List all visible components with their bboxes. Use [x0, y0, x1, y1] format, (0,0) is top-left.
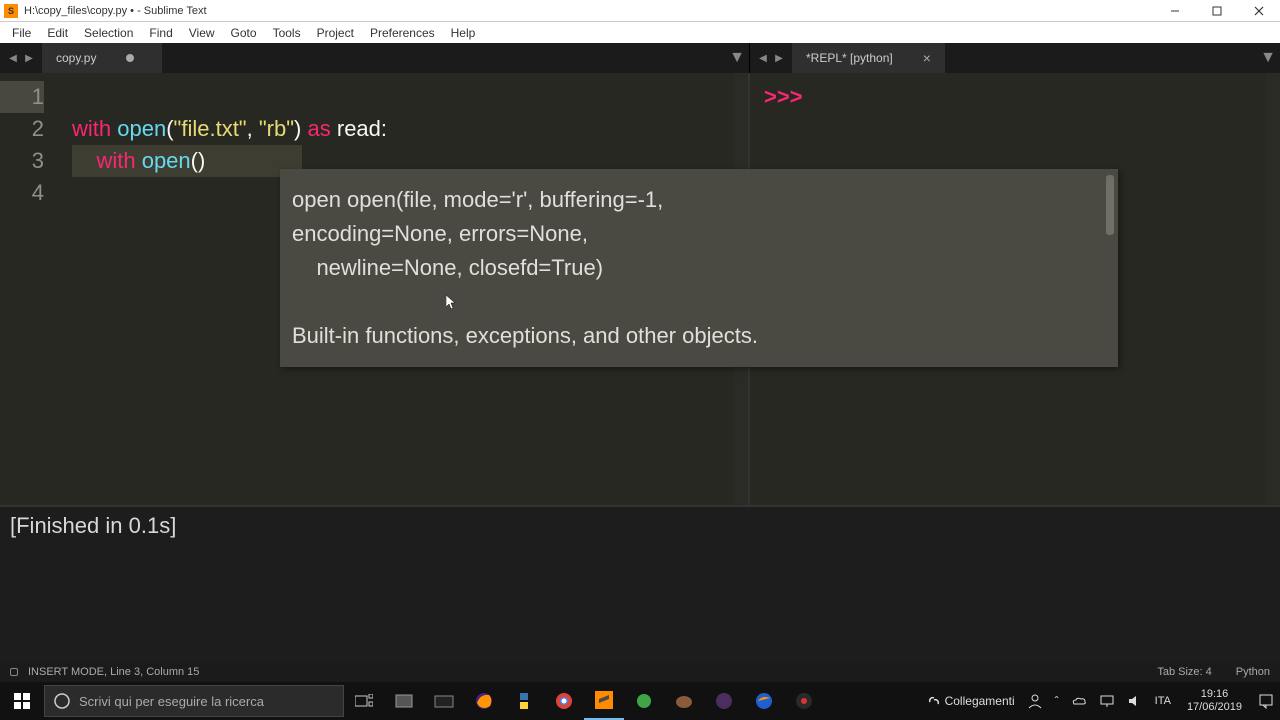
tooltip-sig-line: open open(file, mode='r', buffering=-1,: [292, 183, 1106, 217]
taskbar-app-icon[interactable]: [624, 682, 664, 720]
taskbar-search[interactable]: Scrivi qui per eseguire la ricerca: [44, 685, 344, 717]
status-bar: INSERT MODE, Line 3, Column 15 Tab Size:…: [0, 662, 1280, 682]
menu-goto[interactable]: Goto: [223, 24, 265, 42]
taskbar-app-icon[interactable]: [424, 682, 464, 720]
menu-selection[interactable]: Selection: [76, 24, 141, 42]
close-button[interactable]: [1238, 0, 1280, 22]
firefox-icon[interactable]: [464, 682, 504, 720]
tray-chevron-icon[interactable]: ˆ: [1049, 682, 1065, 720]
system-tray: Collegamenti ˆ ITA 19:16 17/06/2019: [921, 682, 1280, 720]
status-syntax[interactable]: Python: [1236, 666, 1270, 678]
menu-preferences[interactable]: Preferences: [362, 24, 443, 42]
cortana-icon: [45, 692, 79, 710]
tab-repl-python[interactable]: *REPL* [python] ×: [792, 43, 945, 73]
repl-prompt: >>>: [764, 84, 803, 109]
build-output-panel[interactable]: [Finished in 0.1s]: [0, 505, 1280, 662]
mouse-cursor-icon: [446, 295, 458, 311]
menu-project[interactable]: Project: [309, 24, 362, 42]
tab-nav-left: ◀ ▶: [0, 43, 42, 73]
windows-taskbar: Scrivi qui per eseguire la ricerca Colle…: [0, 682, 1280, 720]
line-gutter: 1 2 3 4: [0, 73, 58, 505]
editor-panes: 1 2 3 4 with open("file.txt", "rb") as r…: [0, 73, 1280, 505]
status-indicator-icon[interactable]: [10, 668, 18, 676]
task-view-icon[interactable]: [344, 682, 384, 720]
tooltip-scrollbar[interactable]: [1106, 175, 1114, 235]
tab-copy-py[interactable]: copy.py: [42, 43, 162, 73]
maximize-button[interactable]: [1196, 0, 1238, 22]
tab-label: *REPL* [python]: [806, 51, 893, 65]
tab-next-icon[interactable]: ▶: [772, 51, 786, 65]
window-titlebar: S H:\copy_files\copy.py • - Sublime Text: [0, 0, 1280, 22]
tab-prev-icon[interactable]: ◀: [756, 51, 770, 65]
tab-prev-icon[interactable]: ◀: [6, 51, 20, 65]
close-icon[interactable]: ×: [923, 50, 931, 66]
tab-strip: ◀ ▶ copy.py ▼ ◀ ▶ *REPL* [python] × ▼: [0, 43, 1280, 73]
tooltip-sig-line: newline=None, closefd=True): [292, 251, 1106, 285]
clock-time: 19:16: [1187, 688, 1242, 701]
github-icon[interactable]: [704, 682, 744, 720]
tab-nav-right: ◀ ▶: [750, 43, 792, 73]
tray-link-label: Collegamenti: [945, 694, 1015, 708]
tooltip-signature: open open(file, mode='r', buffering=-1, …: [292, 183, 1106, 285]
line-number: 3: [0, 145, 44, 177]
code-line-2: with open("file.txt", "rb") as read:: [72, 113, 734, 145]
clock-date: 17/06/2019: [1187, 701, 1242, 714]
line-number: 4: [0, 177, 44, 209]
taskbar-app-icon[interactable]: [784, 682, 824, 720]
volume-icon[interactable]: [1121, 682, 1149, 720]
editor-pane-left: 1 2 3 4 with open("file.txt", "rb") as r…: [0, 73, 750, 505]
tab-next-icon[interactable]: ▶: [22, 51, 36, 65]
tooltip-doc: Built-in functions, exceptions, and othe…: [292, 319, 1106, 353]
window-title: H:\copy_files\copy.py • - Sublime Text: [24, 5, 207, 17]
search-placeholder: Scrivi qui per eseguire la ricerca: [79, 694, 264, 709]
minimap[interactable]: [1266, 73, 1280, 505]
menu-tools[interactable]: Tools: [265, 24, 309, 42]
minimize-button[interactable]: [1154, 0, 1196, 22]
tray-link[interactable]: Collegamenti: [921, 682, 1021, 720]
taskbar-app-icon[interactable]: [664, 682, 704, 720]
signature-tooltip: open open(file, mode='r', buffering=-1, …: [280, 169, 1118, 367]
onedrive-icon[interactable]: [1065, 682, 1093, 720]
menu-help[interactable]: Help: [443, 24, 484, 42]
people-icon[interactable]: [1021, 682, 1049, 720]
python-icon[interactable]: [504, 682, 544, 720]
notifications-icon[interactable]: [1252, 682, 1280, 720]
language-indicator[interactable]: ITA: [1149, 682, 1177, 720]
tab-label: copy.py: [56, 51, 96, 65]
status-cursor-position[interactable]: INSERT MODE, Line 3, Column 15: [28, 666, 199, 678]
app-icon: S: [4, 4, 18, 18]
menu-file[interactable]: File: [4, 24, 39, 42]
line-number: 1: [0, 81, 44, 113]
line-number: 2: [0, 113, 44, 145]
menu-find[interactable]: Find: [141, 24, 180, 42]
code-line-1: [72, 81, 734, 113]
tab-dropdown-left[interactable]: ▼: [725, 43, 749, 73]
taskbar-app-icon[interactable]: [384, 682, 424, 720]
tab-dropdown-right[interactable]: ▼: [1256, 43, 1280, 73]
status-tab-size[interactable]: Tab Size: 4: [1157, 666, 1211, 678]
dirty-indicator-icon: [126, 54, 134, 62]
sublime-icon[interactable]: [584, 682, 624, 720]
network-icon[interactable]: [1093, 682, 1121, 720]
menu-view[interactable]: View: [181, 24, 223, 42]
chrome-icon[interactable]: [544, 682, 584, 720]
taskbar-clock[interactable]: 19:16 17/06/2019: [1177, 688, 1252, 714]
menu-edit[interactable]: Edit: [39, 24, 76, 42]
tooltip-sig-line: encoding=None, errors=None,: [292, 217, 1106, 251]
menu-bar: File Edit Selection Find View Goto Tools…: [0, 22, 1280, 43]
start-button[interactable]: [0, 682, 44, 720]
build-output-text: [Finished in 0.1s]: [10, 513, 176, 538]
thunderbird-icon[interactable]: [744, 682, 784, 720]
